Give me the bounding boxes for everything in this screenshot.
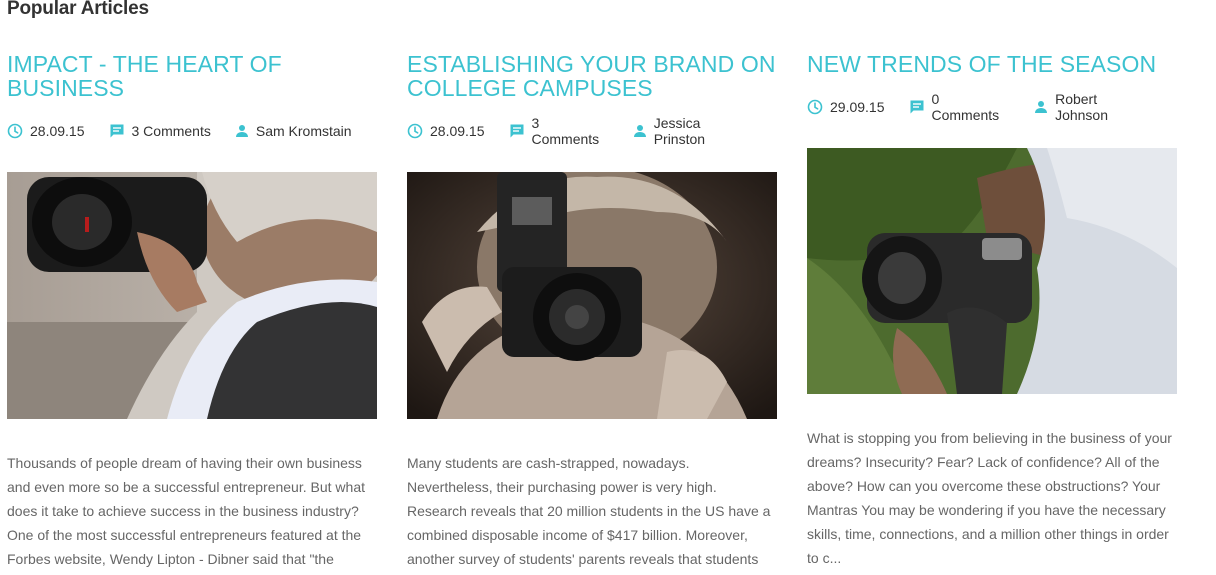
date-text: 28.09.15 [430, 123, 485, 139]
article-author[interactable]: Jessica Prinston [633, 115, 753, 147]
author-text: Jessica Prinston [653, 115, 706, 147]
author-text: Sam Kromstain [255, 123, 352, 139]
article-excerpt: Thousands of people dream of having thei… [7, 455, 365, 567]
article-title-link[interactable]: ESTABLISHING YOUR BRAND ON COLLEGE CAMPU… [407, 52, 777, 100]
article-card: ESTABLISHING YOUR BRAND ON COLLEGE CAMPU… [407, 52, 777, 571]
comments-text: 0 Comments [931, 91, 1000, 123]
date-text: 29.09.15 [830, 99, 885, 115]
comment-icon [510, 124, 523, 138]
article-title-link[interactable]: IMPACT - THE HEART OF BUSINESS [7, 52, 377, 100]
article-excerpt: What is stopping you from believing in t… [807, 430, 1172, 566]
article-comments[interactable]: 3 Comments [509, 115, 609, 147]
user-icon [1035, 101, 1048, 113]
date-text: 28.09.15 [30, 123, 85, 139]
clock-icon [807, 99, 823, 115]
article-comments[interactable]: 3 Comments [109, 123, 211, 139]
article-image[interactable] [807, 148, 1177, 394]
article-meta: 29.09.15 0 Comments Robert Johnson [807, 91, 1177, 123]
article-card: NEW TRENDS OF THE SEASON 29.09.15 0 Comm… [807, 52, 1177, 570]
article-meta: 28.09.15 3 Comments Jessica Prinston [407, 115, 777, 147]
author-text: Robert Johnson [1055, 91, 1109, 123]
clock-icon [407, 123, 423, 139]
comments-text: 3 Comments [131, 123, 211, 139]
comments-text: 3 Comments [531, 115, 600, 147]
article-title-link[interactable]: NEW TRENDS OF THE SEASON [807, 52, 1177, 76]
clock-icon [7, 123, 23, 139]
section-title: Popular Articles [7, 0, 149, 19]
article-date: 29.09.15 [807, 99, 885, 115]
user-icon [235, 125, 248, 137]
user-icon [633, 125, 646, 137]
comment-icon [110, 124, 123, 138]
article-author[interactable]: Sam Kromstain [235, 123, 352, 139]
article-excerpt: Many students are cash-strapped, nowaday… [407, 455, 771, 567]
article-date: 28.09.15 [7, 123, 85, 139]
comment-icon [910, 100, 923, 114]
article-date: 28.09.15 [407, 123, 485, 139]
article-author[interactable]: Robert Johnson [1034, 91, 1153, 123]
article-image[interactable] [407, 172, 777, 419]
article-card: IMPACT - THE HEART OF BUSINESS 28.09.15 … [7, 52, 377, 571]
article-comments[interactable]: 0 Comments [909, 91, 1011, 123]
article-image[interactable] [7, 172, 377, 419]
article-meta: 28.09.15 3 Comments Sam Kromstain [7, 122, 377, 140]
